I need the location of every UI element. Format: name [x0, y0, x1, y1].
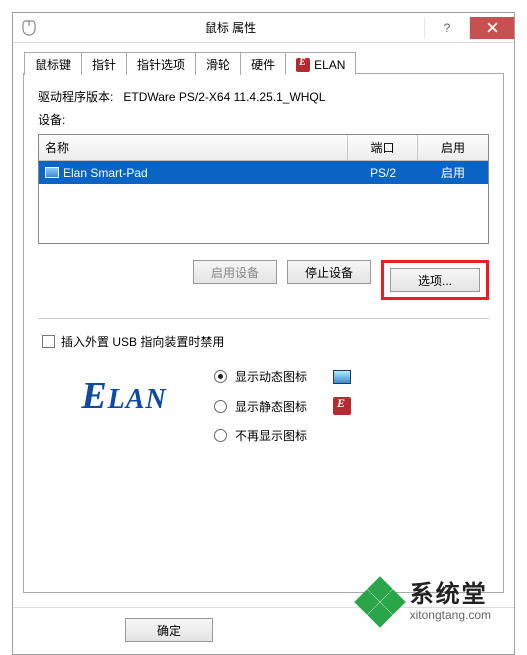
driver-version-value: ETDWare PS/2-X64 11.4.25.1_WHQL	[123, 90, 325, 104]
usb-disable-label: 插入外置 USB 指向装置时禁用	[61, 333, 224, 350]
device-row[interactable]: Elan Smart-Pad PS/2 启用	[39, 161, 488, 184]
elan-logo-icon	[296, 58, 310, 72]
separator	[38, 318, 489, 319]
tab-hardware[interactable]: 硬件	[240, 52, 286, 75]
device-list-header: 名称 端口 启用	[39, 135, 488, 161]
touchpad-icon	[45, 167, 59, 178]
elan-brand-logo: ELAN	[64, 368, 184, 424]
tab-buttons[interactable]: 鼠标键	[24, 52, 82, 75]
stop-device-button[interactable]: 停止设备	[287, 260, 371, 284]
tab-pointer-options[interactable]: 指针选项	[126, 52, 196, 75]
radio-dynamic-row[interactable]: 显示动态图标	[214, 368, 351, 385]
usb-disable-checkbox[interactable]	[42, 335, 55, 348]
window-title: 鼠标 属性	[37, 19, 424, 36]
ok-button[interactable]: 确定	[125, 618, 213, 642]
options-button[interactable]: 选项...	[390, 268, 480, 292]
radio-dynamic[interactable]	[214, 370, 227, 383]
radio-none[interactable]	[214, 429, 227, 442]
monitor-icon	[333, 370, 351, 384]
tab-pointers[interactable]: 指针	[81, 52, 127, 75]
options-highlight: 选项...	[381, 260, 489, 300]
tab-group: 鼠标键 指针 指针选项 滑轮 硬件 ELAN 驱动程序版本: ETDWare P…	[23, 73, 504, 593]
device-name: Elan Smart-Pad	[63, 166, 148, 180]
col-name[interactable]: 名称	[39, 135, 348, 160]
elan-tray-icon	[333, 397, 351, 415]
radio-none-row[interactable]: 不再显示图标	[214, 427, 351, 444]
mouse-app-icon	[21, 20, 37, 36]
tab-wheel[interactable]: 滑轮	[195, 52, 241, 75]
close-button[interactable]	[469, 17, 514, 39]
watermark-cn: 系统堂	[410, 582, 491, 608]
tab-elan[interactable]: ELAN	[285, 52, 356, 75]
col-port[interactable]: 端口	[348, 135, 418, 160]
watermark-logo-icon	[358, 580, 402, 624]
col-enable[interactable]: 启用	[418, 135, 488, 160]
enable-device-button[interactable]: 启用设备	[193, 260, 277, 284]
device-port: PS/2	[348, 163, 418, 183]
device-label: 设备:	[38, 111, 489, 128]
titlebar[interactable]: 鼠标 属性 ?	[13, 13, 514, 43]
watermark-en: xitongtang.com	[410, 609, 491, 622]
device-list[interactable]: 名称 端口 启用 Elan Smart-Pad PS/2 启用	[38, 134, 489, 244]
radio-dynamic-label: 显示动态图标	[235, 368, 307, 385]
radio-static-row[interactable]: 显示静态图标	[214, 397, 351, 415]
radio-static[interactable]	[214, 400, 227, 413]
help-button[interactable]: ?	[424, 17, 469, 39]
device-enable: 启用	[418, 161, 488, 184]
driver-version-label: 驱动程序版本:	[38, 90, 113, 104]
mouse-properties-window: 鼠标 属性 ? 鼠标键 指针 指针选项 滑轮 硬件 ELAN	[12, 12, 515, 655]
radio-static-label: 显示静态图标	[235, 398, 307, 415]
watermark: 系统堂 xitongtang.com	[358, 580, 491, 624]
tab-elan-label: ELAN	[314, 58, 345, 72]
radio-none-label: 不再显示图标	[235, 427, 307, 444]
driver-version-line: 驱动程序版本: ETDWare PS/2-X64 11.4.25.1_WHQL	[38, 88, 489, 105]
usb-disable-row[interactable]: 插入外置 USB 指向装置时禁用	[42, 333, 489, 350]
